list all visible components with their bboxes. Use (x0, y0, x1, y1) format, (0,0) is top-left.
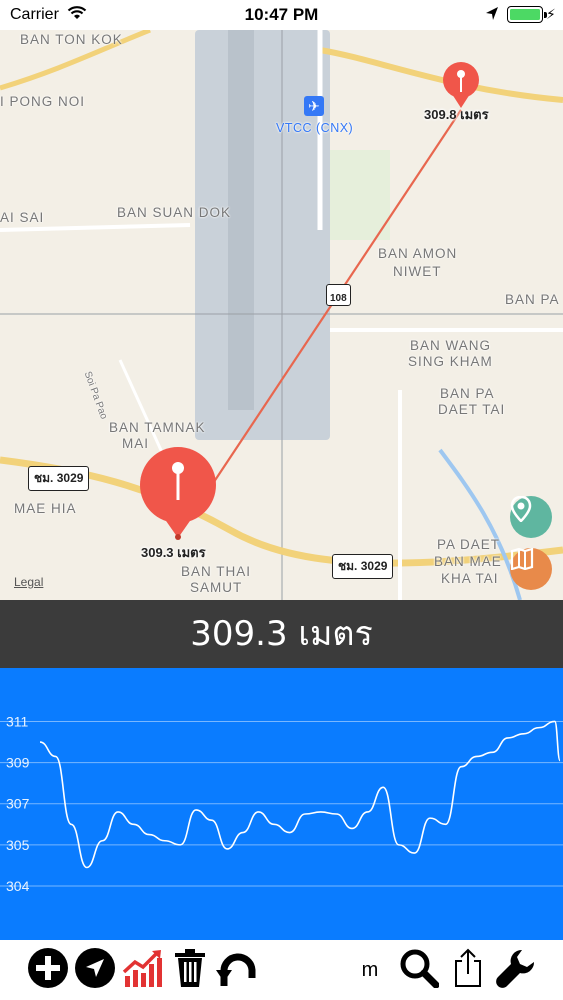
chart-y-tick-label: 307 (6, 796, 30, 812)
chart-y-tick-label: 311 (6, 713, 29, 729)
add-button[interactable] (26, 947, 70, 994)
charging-bolt-icon: ⚡ (546, 6, 556, 22)
map-label: PA DAET (437, 537, 501, 552)
chart-y-tick-label: 309 (6, 755, 30, 771)
wrench-icon (496, 948, 536, 993)
search-icon (399, 948, 440, 993)
chart-y-tick-label: 305 (6, 837, 30, 853)
battery-icon (507, 6, 547, 23)
svg-text:✈: ✈ (308, 99, 320, 115)
elevation-series-line (39, 720, 561, 869)
status-bar: Carrier 10:47 PM ⚡ (0, 0, 563, 30)
map-label: KHA TAI (441, 571, 499, 586)
navigation-arrow-icon (74, 947, 116, 994)
map-view[interactable]: ✈ BAN TON KOK I PONG NOI AI SAI BAN SUAN… (0, 30, 563, 600)
elevation-profile-button[interactable] (121, 948, 165, 992)
map-label: BAN SUAN DOK (117, 205, 232, 220)
map-label: DAET TAI (438, 402, 506, 417)
trend-chart-icon (122, 948, 164, 993)
map-label: AI SAI (0, 210, 45, 225)
elevation-readout: 309.3 เมตร (0, 600, 563, 668)
map-label: SAMUT (190, 580, 243, 595)
map-label: BAN PA (505, 292, 560, 307)
bottom-toolbar: m (0, 940, 563, 1000)
unit-label: m (361, 958, 379, 981)
road-badge-108: 108 (326, 284, 351, 306)
undo-button[interactable] (214, 948, 258, 992)
share-icon (453, 948, 483, 993)
map-label: BAN MAE (434, 554, 502, 569)
plus-circle-icon (27, 947, 69, 994)
elevation-chart[interactable]: 311 309 307 305 304 (0, 668, 563, 940)
airport-label: VTCC (CNX) (276, 121, 354, 135)
map-label: BAN TON KOK (20, 32, 123, 47)
chart-y-tick-label: 304 (6, 878, 30, 894)
elevation-chart-svg: 311 309 307 305 304 (0, 713, 563, 894)
location-services-icon (485, 6, 499, 27)
share-button[interactable] (446, 948, 490, 992)
location-info-button[interactable] (510, 496, 552, 538)
start-pin-label: 309.3 เมตร (141, 545, 206, 560)
map-label: BAN THAI (181, 564, 252, 579)
road-badge-3029: ชม. 3029 (332, 554, 394, 579)
map-label: MAE HIA (14, 501, 77, 516)
locate-button[interactable] (73, 947, 117, 994)
road-badge-3029: ชม. 3029 (28, 466, 90, 491)
map-label: BAN PA (440, 386, 495, 401)
map-label: NIWET (393, 264, 442, 279)
status-time: 10:47 PM (244, 5, 319, 24)
map-label: SING KHAM (408, 354, 493, 369)
trash-icon (173, 948, 207, 993)
map-label: BAN AMON (378, 246, 458, 261)
map-label: BAN WANG (410, 338, 492, 353)
guide-button[interactable] (510, 548, 552, 590)
map-label: MAI (122, 436, 150, 451)
settings-button[interactable] (494, 948, 538, 992)
legal-link[interactable]: Legal (14, 575, 43, 589)
unit-toggle-button[interactable]: m (348, 948, 392, 992)
undo-arrow-icon (216, 948, 256, 993)
end-pin-label: 309.8 เมตร (424, 107, 489, 122)
search-button[interactable] (397, 948, 441, 992)
delete-button[interactable] (168, 948, 212, 992)
map-label: BAN TAMNAK (109, 420, 206, 435)
map-label: I PONG NOI (0, 94, 86, 109)
